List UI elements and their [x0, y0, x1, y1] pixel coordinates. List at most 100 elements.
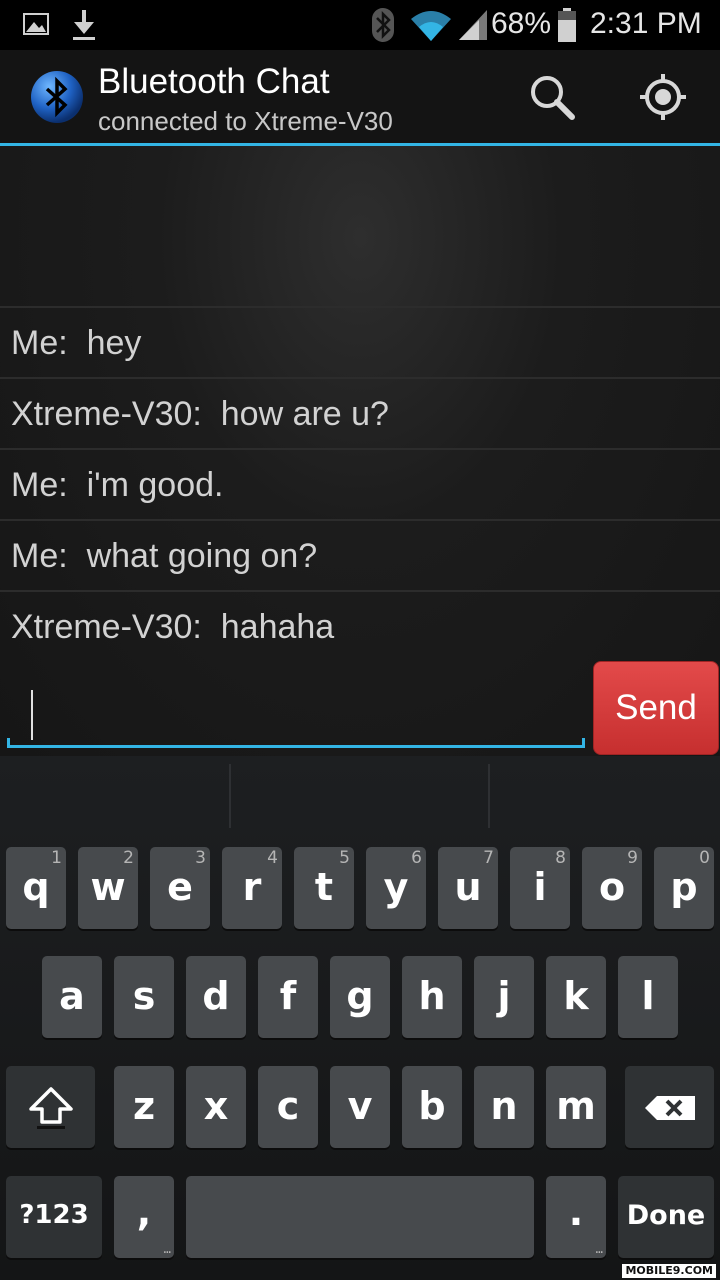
- key-hint: 1: [51, 848, 62, 868]
- shift-key[interactable]: [6, 1066, 95, 1148]
- input-underline-right: [582, 738, 585, 748]
- key-label: k: [563, 974, 589, 1018]
- key-s[interactable]: s: [114, 956, 174, 1038]
- key-label: u: [454, 865, 482, 909]
- key-hint: 9: [627, 848, 638, 868]
- key-t[interactable]: t5: [294, 847, 354, 929]
- key-k[interactable]: k: [546, 956, 606, 1038]
- key-g[interactable]: g: [330, 956, 390, 1038]
- list-item[interactable]: Me: what going on?: [0, 519, 720, 590]
- status-bar: 68% 2:31 PM: [0, 0, 720, 50]
- key-label: n: [490, 1084, 518, 1128]
- key-label: x: [203, 1084, 229, 1128]
- key-hint: 4: [267, 848, 278, 868]
- key-u[interactable]: u7: [438, 847, 498, 929]
- key-f[interactable]: f: [258, 956, 318, 1038]
- key-label: h: [418, 974, 446, 1018]
- action-bar: Bluetooth Chat connected to Xtreme-V30: [0, 50, 720, 143]
- key-o[interactable]: o9: [582, 847, 642, 929]
- key-label: m: [556, 1084, 596, 1128]
- key-label: y: [383, 865, 409, 909]
- key-w[interactable]: w2: [78, 847, 138, 929]
- backspace-key[interactable]: [625, 1066, 714, 1148]
- key-v[interactable]: v: [330, 1066, 390, 1148]
- key-p[interactable]: p0: [654, 847, 714, 929]
- bluetooth-app-icon: [31, 71, 83, 123]
- key-label: e: [167, 865, 193, 909]
- watermark: MOBILE9.COM: [622, 1264, 716, 1278]
- key-label: t: [314, 865, 334, 909]
- signal-icon: [459, 10, 487, 40]
- message-list[interactable]: Me: hey Xtreme-V30: how are u? Me: i'm g…: [0, 306, 720, 661]
- key-x[interactable]: x: [186, 1066, 246, 1148]
- list-item[interactable]: Xtreme-V30: hahaha: [0, 590, 720, 661]
- key-r[interactable]: r4: [222, 847, 282, 929]
- key-e[interactable]: e3: [150, 847, 210, 929]
- key-label: d: [202, 974, 230, 1018]
- key-hint: 6: [411, 848, 422, 868]
- key-label: o: [598, 865, 626, 909]
- shift-icon: [29, 1087, 73, 1129]
- period-key[interactable]: . ...: [546, 1176, 606, 1258]
- key-label: r: [242, 865, 262, 909]
- done-key-label: Done: [626, 1200, 706, 1231]
- image-icon: [23, 13, 49, 35]
- key-label: b: [418, 1084, 446, 1128]
- battery-icon: [558, 8, 576, 42]
- key-c[interactable]: c: [258, 1066, 318, 1148]
- key-label: v: [347, 1084, 373, 1128]
- key-hint: 8: [555, 848, 566, 868]
- key-label: l: [641, 974, 655, 1018]
- input-underline: [7, 745, 585, 748]
- list-item[interactable]: Me: i'm good.: [0, 448, 720, 519]
- message-text: Me: hey: [11, 324, 142, 362]
- suggestion-divider: [488, 764, 490, 828]
- key-label: i: [533, 865, 547, 909]
- key-m[interactable]: m: [546, 1066, 606, 1148]
- symbols-key[interactable]: ?123: [6, 1176, 102, 1258]
- key-hint: 3: [195, 848, 206, 868]
- send-button[interactable]: Send: [593, 661, 719, 755]
- period-key-label: .: [568, 1190, 584, 1234]
- battery-percent: 68%: [491, 7, 552, 40]
- download-icon: [73, 10, 95, 40]
- text-cursor: [31, 690, 33, 740]
- symbols-key-label: ?123: [19, 1200, 89, 1230]
- input-underline-left: [7, 738, 10, 748]
- suggestion-divider: [229, 764, 231, 828]
- key-z[interactable]: z: [114, 1066, 174, 1148]
- key-i[interactable]: i8: [510, 847, 570, 929]
- bluetooth-icon: [372, 8, 394, 42]
- discoverable-icon[interactable]: [638, 72, 688, 122]
- key-hint: 7: [483, 848, 494, 868]
- search-icon[interactable]: [527, 72, 577, 122]
- done-key[interactable]: Done: [618, 1176, 714, 1258]
- list-item[interactable]: Xtreme-V30: how are u?: [0, 377, 720, 448]
- key-y[interactable]: y6: [366, 847, 426, 929]
- app-title: Bluetooth Chat: [98, 62, 330, 101]
- key-label: c: [276, 1084, 300, 1128]
- comma-key[interactable]: , ...: [114, 1176, 174, 1258]
- key-h[interactable]: h: [402, 956, 462, 1038]
- comma-key-label: ,: [136, 1190, 152, 1234]
- list-item[interactable]: Me: hey: [0, 306, 720, 377]
- space-key[interactable]: [186, 1176, 534, 1258]
- clock: 2:31 PM: [590, 7, 702, 40]
- key-n[interactable]: n: [474, 1066, 534, 1148]
- more-keys-indicator: ...: [594, 1241, 604, 1257]
- key-d[interactable]: d: [186, 956, 246, 1038]
- key-a[interactable]: a: [42, 956, 102, 1038]
- key-hint: 2: [123, 848, 134, 868]
- key-l[interactable]: l: [618, 956, 678, 1038]
- key-label: g: [346, 974, 374, 1018]
- key-hint: 5: [339, 848, 350, 868]
- send-label: Send: [615, 688, 697, 727]
- message-input[interactable]: [7, 668, 585, 748]
- key-hint: 0: [699, 848, 710, 868]
- message-text: Me: what going on?: [11, 537, 318, 575]
- key-b[interactable]: b: [402, 1066, 462, 1148]
- key-q[interactable]: q1: [6, 847, 66, 929]
- key-j[interactable]: j: [474, 956, 534, 1038]
- message-text: Xtreme-V30: how are u?: [11, 395, 389, 433]
- key-label: w: [90, 865, 126, 909]
